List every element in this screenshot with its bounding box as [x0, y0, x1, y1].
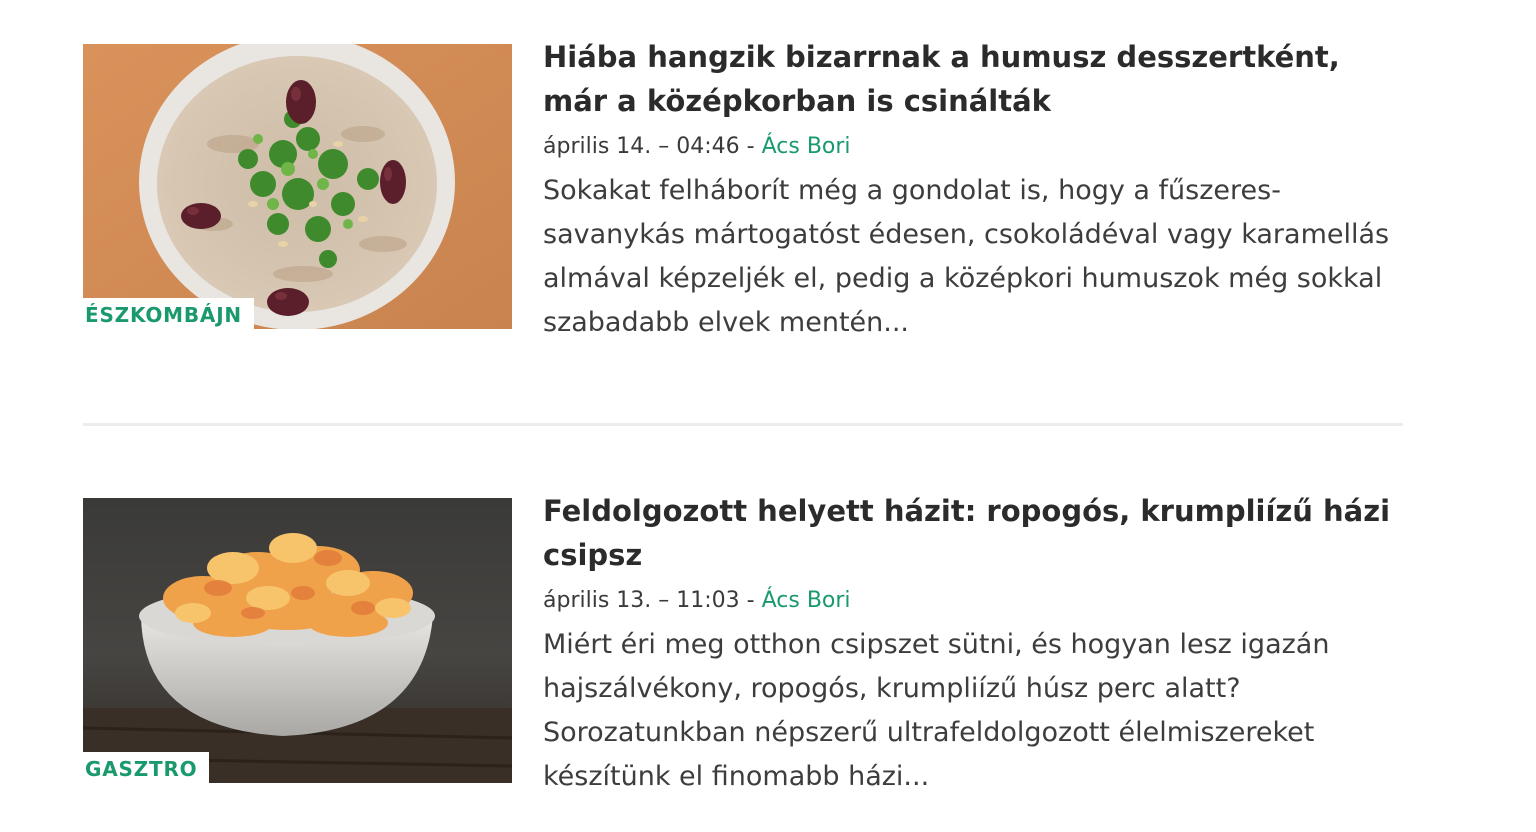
article-date: április 13. – 11:03 [543, 588, 740, 613]
article-meta: április 14. – 04:46 - Ács Bori [543, 132, 1403, 162]
article-divider [83, 423, 1403, 426]
article-title[interactable]: Hiába hangzik bizarrnak a humusz desszer… [543, 35, 1403, 123]
article-thumbnail[interactable]: GASZTRO [83, 498, 512, 783]
meta-separator: - [739, 588, 762, 613]
hummus-plate-image[interactable] [83, 44, 512, 329]
article-feed: ÉSZKOMBÁJN Hiába hangzik bizarrnak a hum… [83, 0, 1403, 799]
article-excerpt: Sokakat felháborít még a gondolat is, ho… [543, 175, 1390, 338]
article-card: GASZTRO Feldolgozott helyett házit: ropo… [83, 494, 1403, 799]
article-card: ÉSZKOMBÁJN Hiába hangzik bizarrnak a hum… [83, 40, 1403, 345]
article-title[interactable]: Feldolgozott helyett házit: ropogós, kru… [543, 489, 1403, 577]
potato-chips-image[interactable] [83, 498, 512, 783]
author-link[interactable]: Ács Bori [762, 134, 851, 159]
author-link[interactable]: Ács Bori [762, 588, 851, 613]
category-tag[interactable]: GASZTRO [83, 752, 210, 783]
article-content: Hiába hangzik bizarrnak a humusz desszer… [543, 35, 1403, 345]
article-date: április 14. – 04:46 [543, 134, 740, 159]
article-excerpt: Miért éri meg otthon csipszet sütni, és … [543, 629, 1330, 792]
category-tag[interactable]: ÉSZKOMBÁJN [83, 298, 254, 329]
article-content: Feldolgozott helyett házit: ropogós, kru… [543, 489, 1403, 799]
article-meta: április 13. – 11:03 - Ács Bori [543, 586, 1403, 616]
article-thumbnail[interactable]: ÉSZKOMBÁJN [83, 44, 512, 329]
meta-separator: - [739, 134, 762, 159]
